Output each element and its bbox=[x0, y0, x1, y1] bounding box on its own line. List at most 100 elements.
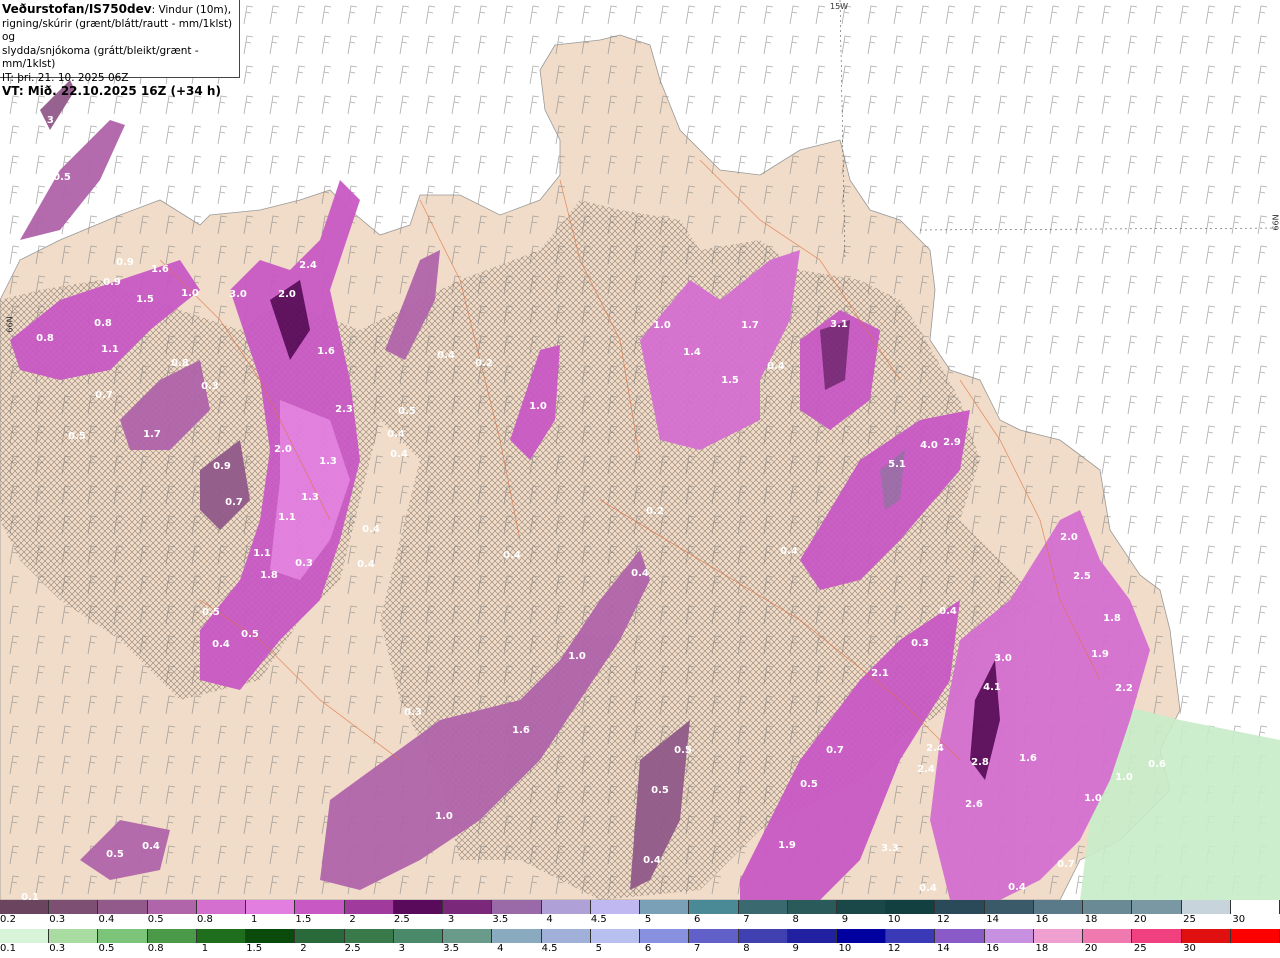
precip-value-label: 2.9 bbox=[943, 437, 961, 448]
precip-value-label: 3.0 bbox=[229, 289, 247, 300]
precip-value-label: 1.7 bbox=[741, 320, 759, 331]
precip-value-label: 1.4 bbox=[683, 347, 701, 358]
colorbar-label: 1 bbox=[250, 914, 258, 925]
precip-value-label: 1.5 bbox=[136, 294, 154, 305]
precip-value-label: 0.3 bbox=[36, 115, 54, 126]
precip-value-label: 0.6 bbox=[1148, 759, 1166, 770]
precip-value-label: 0.5 bbox=[674, 745, 692, 756]
colorbar-label: 2.5 bbox=[393, 914, 410, 925]
precip-value-label: 0.3 bbox=[295, 558, 313, 569]
colorbar-swatch bbox=[1181, 900, 1231, 914]
colorbar-swatch bbox=[984, 900, 1034, 914]
precip-value-label: 0.4 bbox=[362, 524, 380, 535]
precip-value-label: 3.0 bbox=[994, 653, 1012, 664]
latitude-label-right: 66N bbox=[1271, 214, 1280, 231]
precip-value-label: 3.1 bbox=[830, 319, 848, 330]
precip-value-label: 0.5 bbox=[398, 406, 416, 417]
precip-value-label: 0.4 bbox=[142, 841, 160, 852]
precip-value-label: 0.3 bbox=[404, 707, 422, 718]
precip-value-label: 0.8 bbox=[94, 318, 112, 329]
colorbar-swatch bbox=[787, 929, 837, 943]
map-title-box: Veðurstofan/IS750dev: Vindur (10m), rign… bbox=[0, 0, 240, 98]
precip-value-label: 0.4 bbox=[387, 429, 405, 440]
precip-value-label: 0.7 bbox=[826, 745, 844, 756]
latitude-label-left: 66N bbox=[5, 316, 15, 333]
colorbar-swatch bbox=[147, 900, 197, 914]
precip-value-label: 1.0 bbox=[435, 811, 453, 822]
colorbar-swatch bbox=[836, 900, 887, 914]
weather-map: 0.3 0.5 0.9 1.6 0.9 1.5 0.8 1.1 0.8 0.7 0.5 0.8 0.3 1… bbox=[0, 0, 1280, 900]
precip-value-label: 0.2 bbox=[475, 358, 493, 369]
colorbar-label: 2.5 bbox=[344, 943, 361, 954]
colorbar-label: 30 bbox=[1183, 943, 1196, 954]
precip-value-label: 0.3 bbox=[201, 381, 219, 392]
colorbar-label: 4 bbox=[497, 943, 504, 954]
colorbar-label: 30 bbox=[1232, 914, 1246, 925]
precip-value-label: 0.5 bbox=[241, 629, 259, 640]
colorbar-label: 25 bbox=[1183, 914, 1196, 925]
colorbar-label: 20 bbox=[1084, 943, 1098, 954]
precip-value-label: 2.6 bbox=[965, 799, 983, 810]
precip-value-label: 1.0 bbox=[1115, 772, 1133, 783]
title-desc-1: : Vindur (10m), bbox=[151, 4, 232, 16]
precip-value-label: 0.4 bbox=[212, 639, 230, 650]
precip-value-label: 0.4 bbox=[919, 883, 937, 894]
precip-value-label: 1.8 bbox=[260, 570, 278, 581]
precip-value-label: 0.4 bbox=[780, 546, 798, 557]
colorbar-swatch bbox=[689, 929, 739, 943]
colorbar-label: 18 bbox=[1035, 943, 1049, 954]
precip-value-label: 4.0 bbox=[920, 440, 938, 451]
colorbar-swatch bbox=[590, 929, 641, 943]
precip-value-label: 0.9 bbox=[213, 461, 231, 472]
colorbar-label: 9 bbox=[841, 914, 849, 925]
precip-value-label: 0.3 bbox=[911, 638, 929, 649]
colorbar-swatch bbox=[689, 900, 739, 914]
colorbar-label: 3.5 bbox=[443, 943, 460, 954]
colorbar-swatch bbox=[492, 900, 542, 914]
colorbar-swatch bbox=[98, 900, 148, 914]
colorbar-swatch bbox=[1230, 929, 1280, 943]
colorbar-swatch bbox=[393, 929, 444, 943]
colorbar-label: 16 bbox=[986, 943, 999, 954]
precip-value-label: 0.5 bbox=[68, 431, 86, 442]
colorbar-swatch bbox=[886, 900, 936, 914]
precip-value-label: 1.9 bbox=[778, 840, 796, 851]
precip-value-label: 1.0 bbox=[653, 320, 671, 331]
colorbar-label: 1.5 bbox=[295, 914, 312, 925]
colorbar-swatch bbox=[1132, 929, 1182, 943]
precip-value-label: 2.2 bbox=[1115, 683, 1133, 694]
precip-value-label: 0.5 bbox=[800, 779, 818, 790]
precip-value-label: 0.7 bbox=[225, 497, 243, 508]
colorbar-swatch bbox=[393, 900, 444, 914]
title-desc-3: slydda/snjókoma (grátt/bleikt/grænt - mm… bbox=[2, 44, 199, 71]
precip-value-label: 0.4 bbox=[437, 350, 455, 361]
precip-value-label: 1.0 bbox=[529, 401, 547, 412]
colorbar-label: 3 bbox=[398, 943, 406, 954]
colorbar-label: 4 bbox=[546, 914, 553, 925]
precip-value-label: 0.4 bbox=[1008, 882, 1026, 893]
colorbar-swatch bbox=[295, 900, 345, 914]
colorbar-swatch bbox=[1083, 929, 1133, 943]
colorbar-label: 0.8 bbox=[147, 943, 164, 954]
colorbar-swatch bbox=[0, 900, 50, 914]
longitude-label: 15W bbox=[830, 2, 849, 11]
precip-value-label: 1.6 bbox=[512, 725, 530, 736]
colorbar-label: 7 bbox=[743, 914, 750, 925]
colorbar-swatch bbox=[246, 929, 296, 943]
precip-value-label: 0.5 bbox=[202, 607, 220, 618]
colorbar-swatch bbox=[344, 900, 394, 914]
precip-value-label: 4.1 bbox=[983, 682, 1001, 693]
precip-value-label: 0.4 bbox=[503, 550, 521, 561]
precip-value-label: 1.6 bbox=[151, 264, 169, 275]
colorbar-swatch bbox=[886, 929, 936, 943]
colorbar-swatch bbox=[738, 929, 788, 943]
colorbar-label: 3 bbox=[447, 914, 455, 925]
precip-value-label: 1.6 bbox=[317, 346, 335, 357]
precip-value-label: 0.4 bbox=[631, 568, 649, 579]
colorbar-sleet-snow-labels: 0.2 0.3 0.4 0.5 0.8 1 1.5 2 2.5 3 3.5 4 4.5 5 6 7 8 9 10 12… bbox=[0, 914, 1280, 928]
colorbar-label: 0.4 bbox=[98, 914, 115, 925]
colorbar-swatch bbox=[1230, 900, 1280, 914]
precip-value-label: 0.9 bbox=[103, 277, 121, 288]
colorbar-label: 6 bbox=[644, 943, 652, 954]
colorbar-label: 0.1 bbox=[0, 943, 16, 954]
